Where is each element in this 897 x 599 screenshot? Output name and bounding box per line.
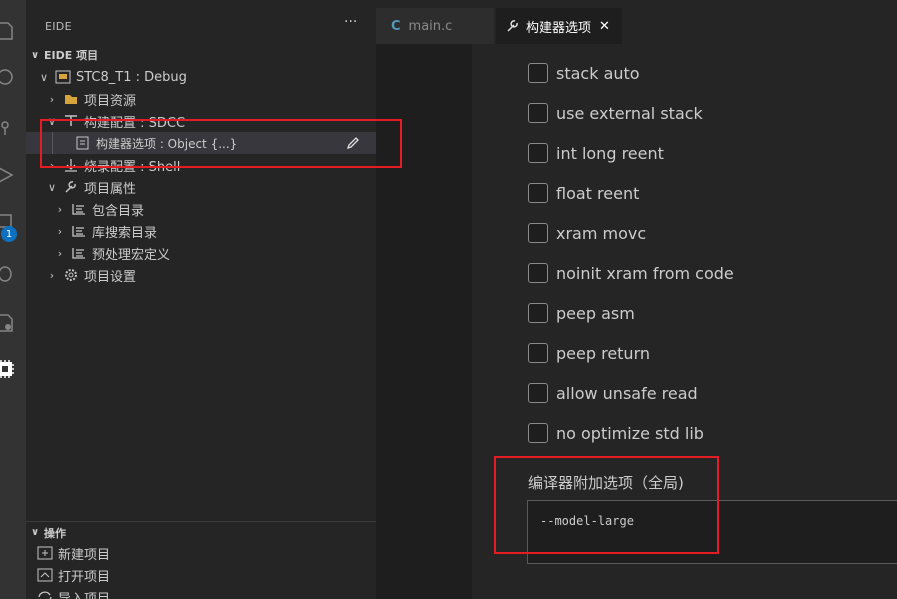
open-project-icon	[36, 567, 54, 583]
annotation-highlight-field	[494, 456, 719, 554]
option-checkbox[interactable]	[528, 423, 548, 443]
option-checkbox[interactable]	[528, 343, 548, 363]
extensions-badge: 1	[1, 226, 17, 242]
tree-item-label: 项目设置	[84, 269, 137, 285]
tree-item-settings[interactable]: › 项目设置	[26, 264, 376, 286]
tree-item-label: 库搜索目录	[92, 225, 158, 241]
option-row[interactable]: int long reent	[528, 141, 664, 165]
option-row[interactable]: peep asm	[528, 301, 635, 325]
bug-icon[interactable]	[0, 260, 18, 286]
list-icon	[70, 245, 88, 261]
section-label: 操作	[44, 526, 66, 540]
option-label: int long reent	[556, 143, 664, 163]
option-label: stack auto	[556, 63, 640, 83]
option-checkbox[interactable]	[528, 143, 548, 163]
more-actions-icon[interactable]: ···	[344, 14, 357, 30]
activity-bar: 1	[0, 0, 26, 599]
option-checkbox[interactable]	[528, 223, 548, 243]
option-checkbox[interactable]	[528, 183, 548, 203]
tree-item-label: 项目属性	[84, 181, 137, 197]
tree-item-include-dirs[interactable]: › 包含目录	[26, 198, 376, 220]
option-checkbox[interactable]	[528, 63, 548, 83]
op-label: 导入项目	[58, 591, 111, 599]
option-label: use external stack	[556, 103, 703, 123]
option-label: peep asm	[556, 303, 635, 323]
tree-item-label: 预处理宏定义	[92, 247, 171, 263]
tree-item-project[interactable]: ∨ STC8_T1 : Debug	[26, 66, 376, 88]
wrench-icon	[506, 19, 520, 33]
chevron-down-icon: ∨	[47, 180, 57, 194]
option-label: peep return	[556, 343, 651, 363]
option-label: no optimize std lib	[556, 423, 704, 443]
option-checkbox[interactable]	[528, 383, 548, 403]
op-label: 打开项目	[58, 569, 111, 585]
chevron-right-icon: ›	[57, 224, 63, 238]
option-checkbox[interactable]	[528, 103, 548, 123]
annotation-highlight-tree	[40, 119, 402, 168]
section-operations[interactable]: ∨ 操作	[26, 521, 376, 543]
chevron-down-icon: ∨	[39, 70, 49, 84]
eide-chip-icon[interactable]	[0, 356, 18, 382]
sidebar: EIDE ··· ∨ EIDE 项目 ∨ STC8_T1 : Debug › 项…	[26, 0, 376, 599]
option-label: xram movc	[556, 223, 647, 243]
op-new-project[interactable]: 新建项目	[26, 542, 110, 564]
editor-tab-bar: C main.c 构建器选项 ✕	[376, 0, 897, 44]
import-project-icon	[36, 589, 54, 599]
option-label: float reent	[556, 183, 640, 203]
option-row[interactable]: no optimize std lib	[528, 421, 704, 445]
option-checkbox[interactable]	[528, 303, 548, 323]
file-settings-icon[interactable]	[0, 310, 18, 336]
op-open-project[interactable]: 打开项目	[26, 564, 110, 586]
tree-item-label: 包含目录	[92, 203, 145, 219]
option-row[interactable]: stack auto	[528, 61, 640, 85]
tab-label: main.c	[408, 18, 453, 34]
option-row[interactable]: peep return	[528, 341, 650, 365]
chevron-right-icon: ›	[49, 268, 55, 282]
op-label: 新建项目	[58, 547, 111, 563]
search-icon[interactable]	[0, 64, 18, 90]
c-file-icon: C	[391, 18, 401, 34]
chevron-down-icon: ∨	[30, 49, 40, 61]
option-row[interactable]: use external stack	[528, 101, 703, 125]
tree-item-label: STC8_T1 : Debug	[76, 69, 187, 85]
wrench-icon	[62, 179, 80, 195]
tree-item-label: 项目资源	[84, 93, 137, 109]
option-label: noinit xram from code	[556, 263, 734, 283]
tree-item-macros[interactable]: › 预处理宏定义	[26, 242, 376, 264]
new-project-icon	[36, 545, 54, 561]
option-row[interactable]: xram movc	[528, 221, 646, 245]
run-debug-icon[interactable]	[0, 162, 18, 188]
section-eide-projects[interactable]: ∨ EIDE 项目	[26, 44, 376, 66]
tab-label: 构建器选项	[526, 20, 592, 36]
chevron-right-icon: ›	[49, 92, 55, 106]
tab-main-c[interactable]: C main.c	[376, 8, 494, 44]
tree-item-lib-dirs[interactable]: › 库搜索目录	[26, 220, 376, 242]
resources-icon	[62, 91, 80, 107]
tree-item-resources[interactable]: › 项目资源	[26, 88, 376, 110]
chevron-right-icon: ›	[57, 246, 63, 260]
list-icon	[70, 201, 88, 217]
chevron-right-icon: ›	[57, 202, 63, 216]
sidebar-title: EIDE	[45, 20, 72, 33]
option-row[interactable]: noinit xram from code	[528, 261, 734, 285]
list-icon	[70, 223, 88, 239]
source-control-icon[interactable]	[0, 114, 18, 140]
project-icon	[54, 69, 72, 85]
close-icon[interactable]: ✕	[599, 19, 610, 34]
gear-icon	[62, 267, 80, 283]
section-label: EIDE 项目	[44, 49, 99, 62]
option-checkbox[interactable]	[528, 263, 548, 283]
tree-item-properties[interactable]: ∨ 项目属性	[26, 176, 376, 198]
option-label: allow unsafe read	[556, 383, 698, 403]
op-import-project[interactable]: 导入项目	[26, 586, 110, 599]
option-row[interactable]: allow unsafe read	[528, 381, 698, 405]
tab-builder-options[interactable]: 构建器选项 ✕	[496, 8, 622, 44]
explorer-icon[interactable]	[0, 18, 18, 44]
option-row[interactable]: float reent	[528, 181, 639, 205]
chevron-down-icon: ∨	[30, 527, 40, 538]
